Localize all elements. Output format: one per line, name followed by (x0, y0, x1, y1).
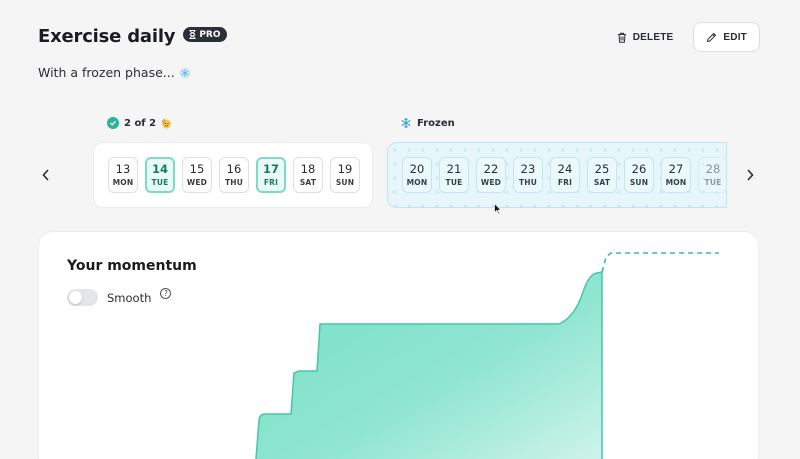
day-cell[interactable]: 20 MON (402, 157, 432, 193)
day-number: 15 (189, 162, 205, 176)
pro-badge: PRO (183, 27, 227, 42)
hourglass-icon (189, 30, 196, 39)
chevron-left-icon (42, 169, 49, 181)
day-number: 25 (594, 162, 610, 176)
header: Exercise daily PRO (38, 26, 227, 47)
day-cell[interactable]: 18 SAT (293, 157, 323, 193)
smooth-row: Smooth ? (67, 288, 172, 306)
day-of-week: SAT (299, 178, 317, 187)
completed-week-card: 13 MON 14 TUE 15 WED 16 THU 17 FRI 18 SAT 19 SUN (93, 142, 373, 208)
pro-badge-label: PRO (199, 29, 221, 40)
day-cell[interactable]: 25 SAT (587, 157, 617, 193)
delete-button[interactable]: DELETE (607, 22, 684, 52)
next-week-button[interactable] (742, 166, 758, 184)
day-number: 27 (668, 162, 684, 176)
trash-icon (617, 32, 626, 43)
day-of-week: SUN (335, 178, 355, 187)
day-of-week: MON (406, 178, 428, 187)
habit-description: With a frozen phase... (38, 65, 191, 80)
pencil-icon (707, 32, 717, 42)
mouse-cursor-icon (494, 203, 502, 215)
header-actions: DELETE EDIT (607, 22, 760, 52)
day-number: 23 (520, 162, 536, 176)
day-number: 18 (300, 162, 316, 176)
day-cell[interactable]: 21 TUE (439, 157, 469, 193)
smooth-label: Smooth (107, 290, 152, 305)
day-cell[interactable]: 27 MON (661, 157, 691, 193)
week-progress-text: 2 of 2 (124, 117, 157, 129)
day-of-week: WED (480, 178, 502, 187)
day-of-week: MON (112, 178, 134, 187)
snowflake-icon (401, 118, 411, 128)
day-of-week: TUE (445, 178, 463, 187)
day-number: 22 (483, 162, 499, 176)
help-icon[interactable]: ? (160, 288, 172, 299)
momentum-title: Your momentum (67, 258, 197, 274)
day-cell[interactable]: 15 WED (182, 157, 212, 193)
chevron-right-icon (747, 169, 754, 181)
momentum-projection-line (601, 252, 719, 273)
frozen-week-status: Frozen (400, 117, 455, 129)
snowflake-icon (179, 67, 191, 78)
day-number: 13 (115, 162, 131, 176)
check-circle-icon (107, 117, 119, 129)
completed-week-status: 2 of 2 (107, 117, 172, 129)
momentum-card: Your momentum Smooth ? (38, 231, 759, 459)
day-of-week: SUN (629, 178, 649, 187)
day-number: 16 (226, 162, 242, 176)
day-of-week: FRI (263, 178, 279, 187)
delete-label: DELETE (632, 31, 674, 43)
frozen-label: Frozen (417, 117, 455, 129)
day-of-week: THU (224, 178, 244, 187)
day-number: 28 (705, 162, 721, 176)
day-number: 24 (557, 162, 573, 176)
subtitle-text: With a frozen phase... (38, 65, 175, 80)
momentum-area (255, 271, 603, 459)
day-number: 19 (337, 162, 353, 176)
day-cell[interactable]: 24 FRI (550, 157, 580, 193)
smooth-toggle[interactable] (67, 289, 98, 306)
day-of-week: TUE (151, 178, 169, 187)
day-number: 14 (151, 162, 168, 176)
day-cell[interactable]: 22 WED (476, 157, 506, 193)
day-cell[interactable]: 19 SUN (330, 157, 360, 193)
prev-week-button[interactable] (38, 166, 54, 184)
edit-label: EDIT (723, 31, 747, 43)
day-cell[interactable]: 28 TUE (698, 157, 726, 193)
day-number: 20 (409, 162, 425, 176)
day-of-week: MON (665, 178, 687, 187)
day-of-week: FRI (557, 178, 573, 187)
day-number: 26 (631, 162, 647, 176)
day-number: 17 (262, 162, 279, 176)
day-of-week: SAT (593, 178, 611, 187)
day-cell[interactable]: 14 TUE (145, 157, 175, 193)
frozen-week-card: 20 MON 21 TUE 22 WED 23 THU 24 FRI 25 SAT 26 SUN 27 MON… (387, 142, 727, 208)
day-of-week: THU (518, 178, 538, 187)
day-cell[interactable]: 23 THU (513, 157, 543, 193)
page-title: Exercise daily (38, 26, 176, 47)
edit-button[interactable]: EDIT (693, 22, 760, 52)
day-cell[interactable]: 16 THU (219, 157, 249, 193)
day-cell[interactable]: 17 FRI (256, 157, 286, 193)
day-of-week: WED (186, 178, 208, 187)
party-face-icon (161, 118, 172, 128)
day-cell[interactable]: 13 MON (108, 157, 138, 193)
day-of-week: TUE (704, 178, 722, 187)
day-number: 21 (446, 162, 462, 176)
day-cell[interactable]: 26 SUN (624, 157, 654, 193)
